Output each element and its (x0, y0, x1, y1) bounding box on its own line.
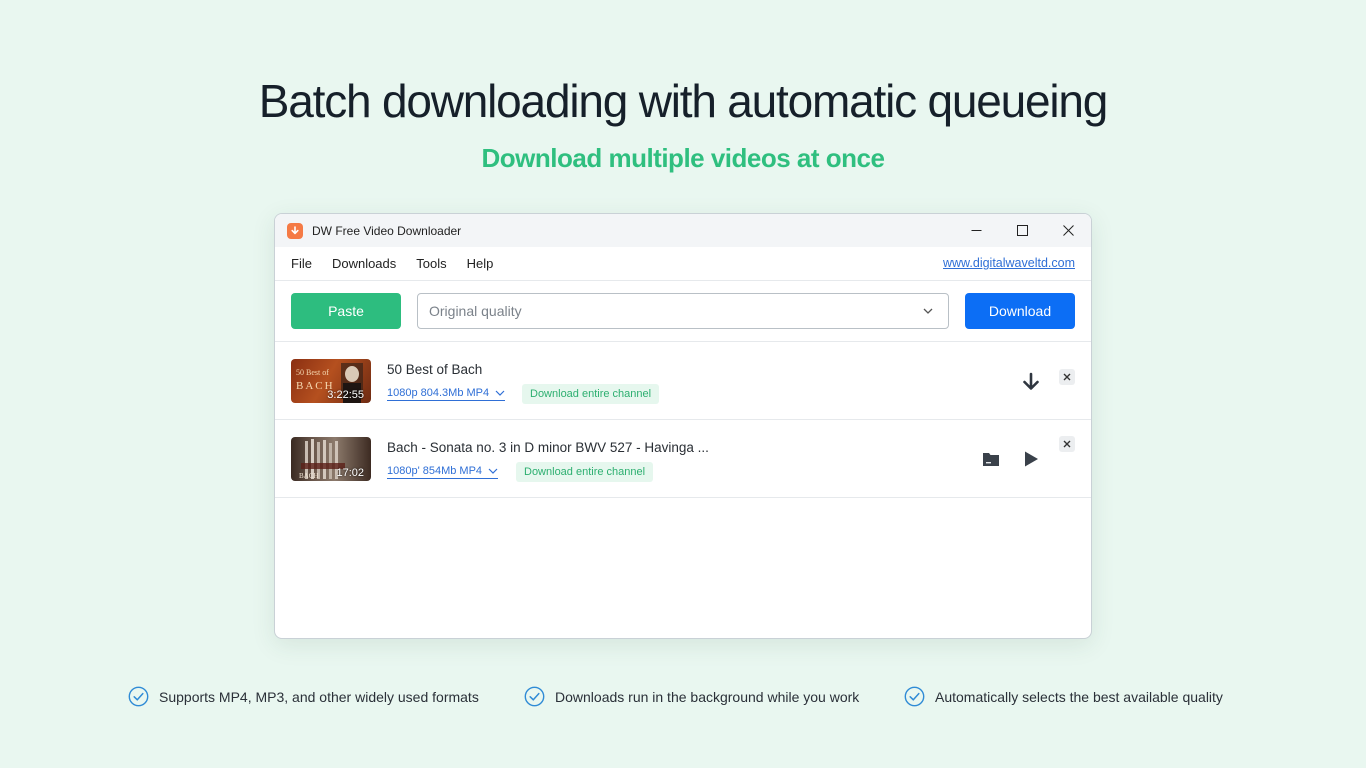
minimize-button[interactable] (953, 214, 999, 247)
close-icon (1063, 373, 1071, 381)
close-icon (1062, 225, 1074, 236)
window-title: DW Free Video Downloader (312, 223, 462, 238)
check-circle-icon (524, 686, 545, 707)
thumb-caption-line1: 50 Best of (296, 368, 329, 377)
menu-bar: File Downloads Tools Help www.digitalwav… (275, 247, 1091, 281)
check-circle-icon (904, 686, 925, 707)
maximize-icon (1016, 225, 1028, 236)
menu-file[interactable]: File (291, 256, 312, 271)
feature-text: Supports MP4, MP3, and other widely used… (159, 688, 479, 705)
video-title: 50 Best of Bach (387, 362, 483, 377)
paste-button[interactable]: Paste (291, 293, 401, 329)
play-icon (1025, 451, 1038, 467)
video-duration: 17:02 (336, 467, 364, 479)
download-button[interactable]: Download (965, 293, 1075, 329)
title-bar: DW Free Video Downloader (275, 214, 1091, 247)
download-item-button[interactable] (1019, 371, 1043, 393)
thumb-caption: BACH (299, 472, 318, 480)
quality-select[interactable]: Original quality (417, 293, 949, 329)
play-button[interactable] (1020, 449, 1042, 469)
chevron-down-icon (488, 468, 498, 474)
app-window: DW Free Video Downloader File Downloads … (274, 213, 1092, 639)
video-duration: 3:22:55 (327, 389, 364, 401)
hero-headline: Batch downloading with automatic queuein… (258, 75, 1109, 127)
format-label: 1080p' 854Mb MP4 (387, 465, 483, 477)
feature-item: Supports MP4, MP3, and other widely used… (128, 686, 479, 707)
feature-item: Downloads run in the background while yo… (524, 686, 859, 707)
app-logo-icon (287, 222, 303, 239)
open-folder-button[interactable] (980, 450, 1002, 468)
website-link[interactable]: www.digitalwaveltd.com (943, 256, 1075, 270)
close-icon (1063, 440, 1071, 448)
menu-help[interactable]: Help (467, 256, 494, 271)
video-title: Bach - Sonata no. 3 in D minor BWV 527 -… (387, 440, 709, 455)
format-label: 1080p 804.3Mb MP4 (387, 387, 490, 399)
download-item: BACH 17:02 Bach - Sonata no. 3 in D mino… (275, 420, 1091, 498)
hero-subheadline: Download multiple videos at once (481, 143, 885, 173)
format-selector[interactable]: 1080p 804.3Mb MP4 (387, 387, 506, 401)
download-channel-button[interactable]: Download entire channel (516, 462, 654, 482)
remove-item-button[interactable] (1059, 369, 1075, 385)
feature-list: Supports MP4, MP3, and other widely used… (0, 686, 1366, 710)
remove-item-button[interactable] (1059, 436, 1075, 452)
maximize-button[interactable] (999, 214, 1045, 247)
download-arrow-icon (1023, 372, 1039, 390)
chevron-down-icon (923, 308, 933, 314)
folder-icon (983, 453, 999, 466)
video-thumbnail: BACH 17:02 (291, 437, 371, 481)
check-circle-icon (128, 686, 149, 707)
toolbar: Paste Original quality Download (275, 281, 1091, 342)
quality-select-value: Original quality (429, 303, 522, 319)
chevron-down-icon (495, 390, 505, 396)
download-item: 50 Best of BACH 3:22:55 50 Best of Bach … (275, 342, 1091, 420)
menu-downloads[interactable]: Downloads (332, 256, 396, 271)
close-window-button[interactable] (1045, 214, 1091, 247)
feature-text: Automatically selects the best available… (935, 688, 1223, 705)
minimize-icon (971, 230, 981, 231)
menu-tools[interactable]: Tools (416, 256, 446, 271)
feature-item: Automatically selects the best available… (904, 686, 1223, 707)
format-selector[interactable]: 1080p' 854Mb MP4 (387, 465, 499, 479)
video-thumbnail: 50 Best of BACH 3:22:55 (291, 359, 371, 403)
download-channel-button[interactable]: Download entire channel (522, 384, 660, 404)
feature-text: Downloads run in the background while yo… (555, 688, 860, 705)
